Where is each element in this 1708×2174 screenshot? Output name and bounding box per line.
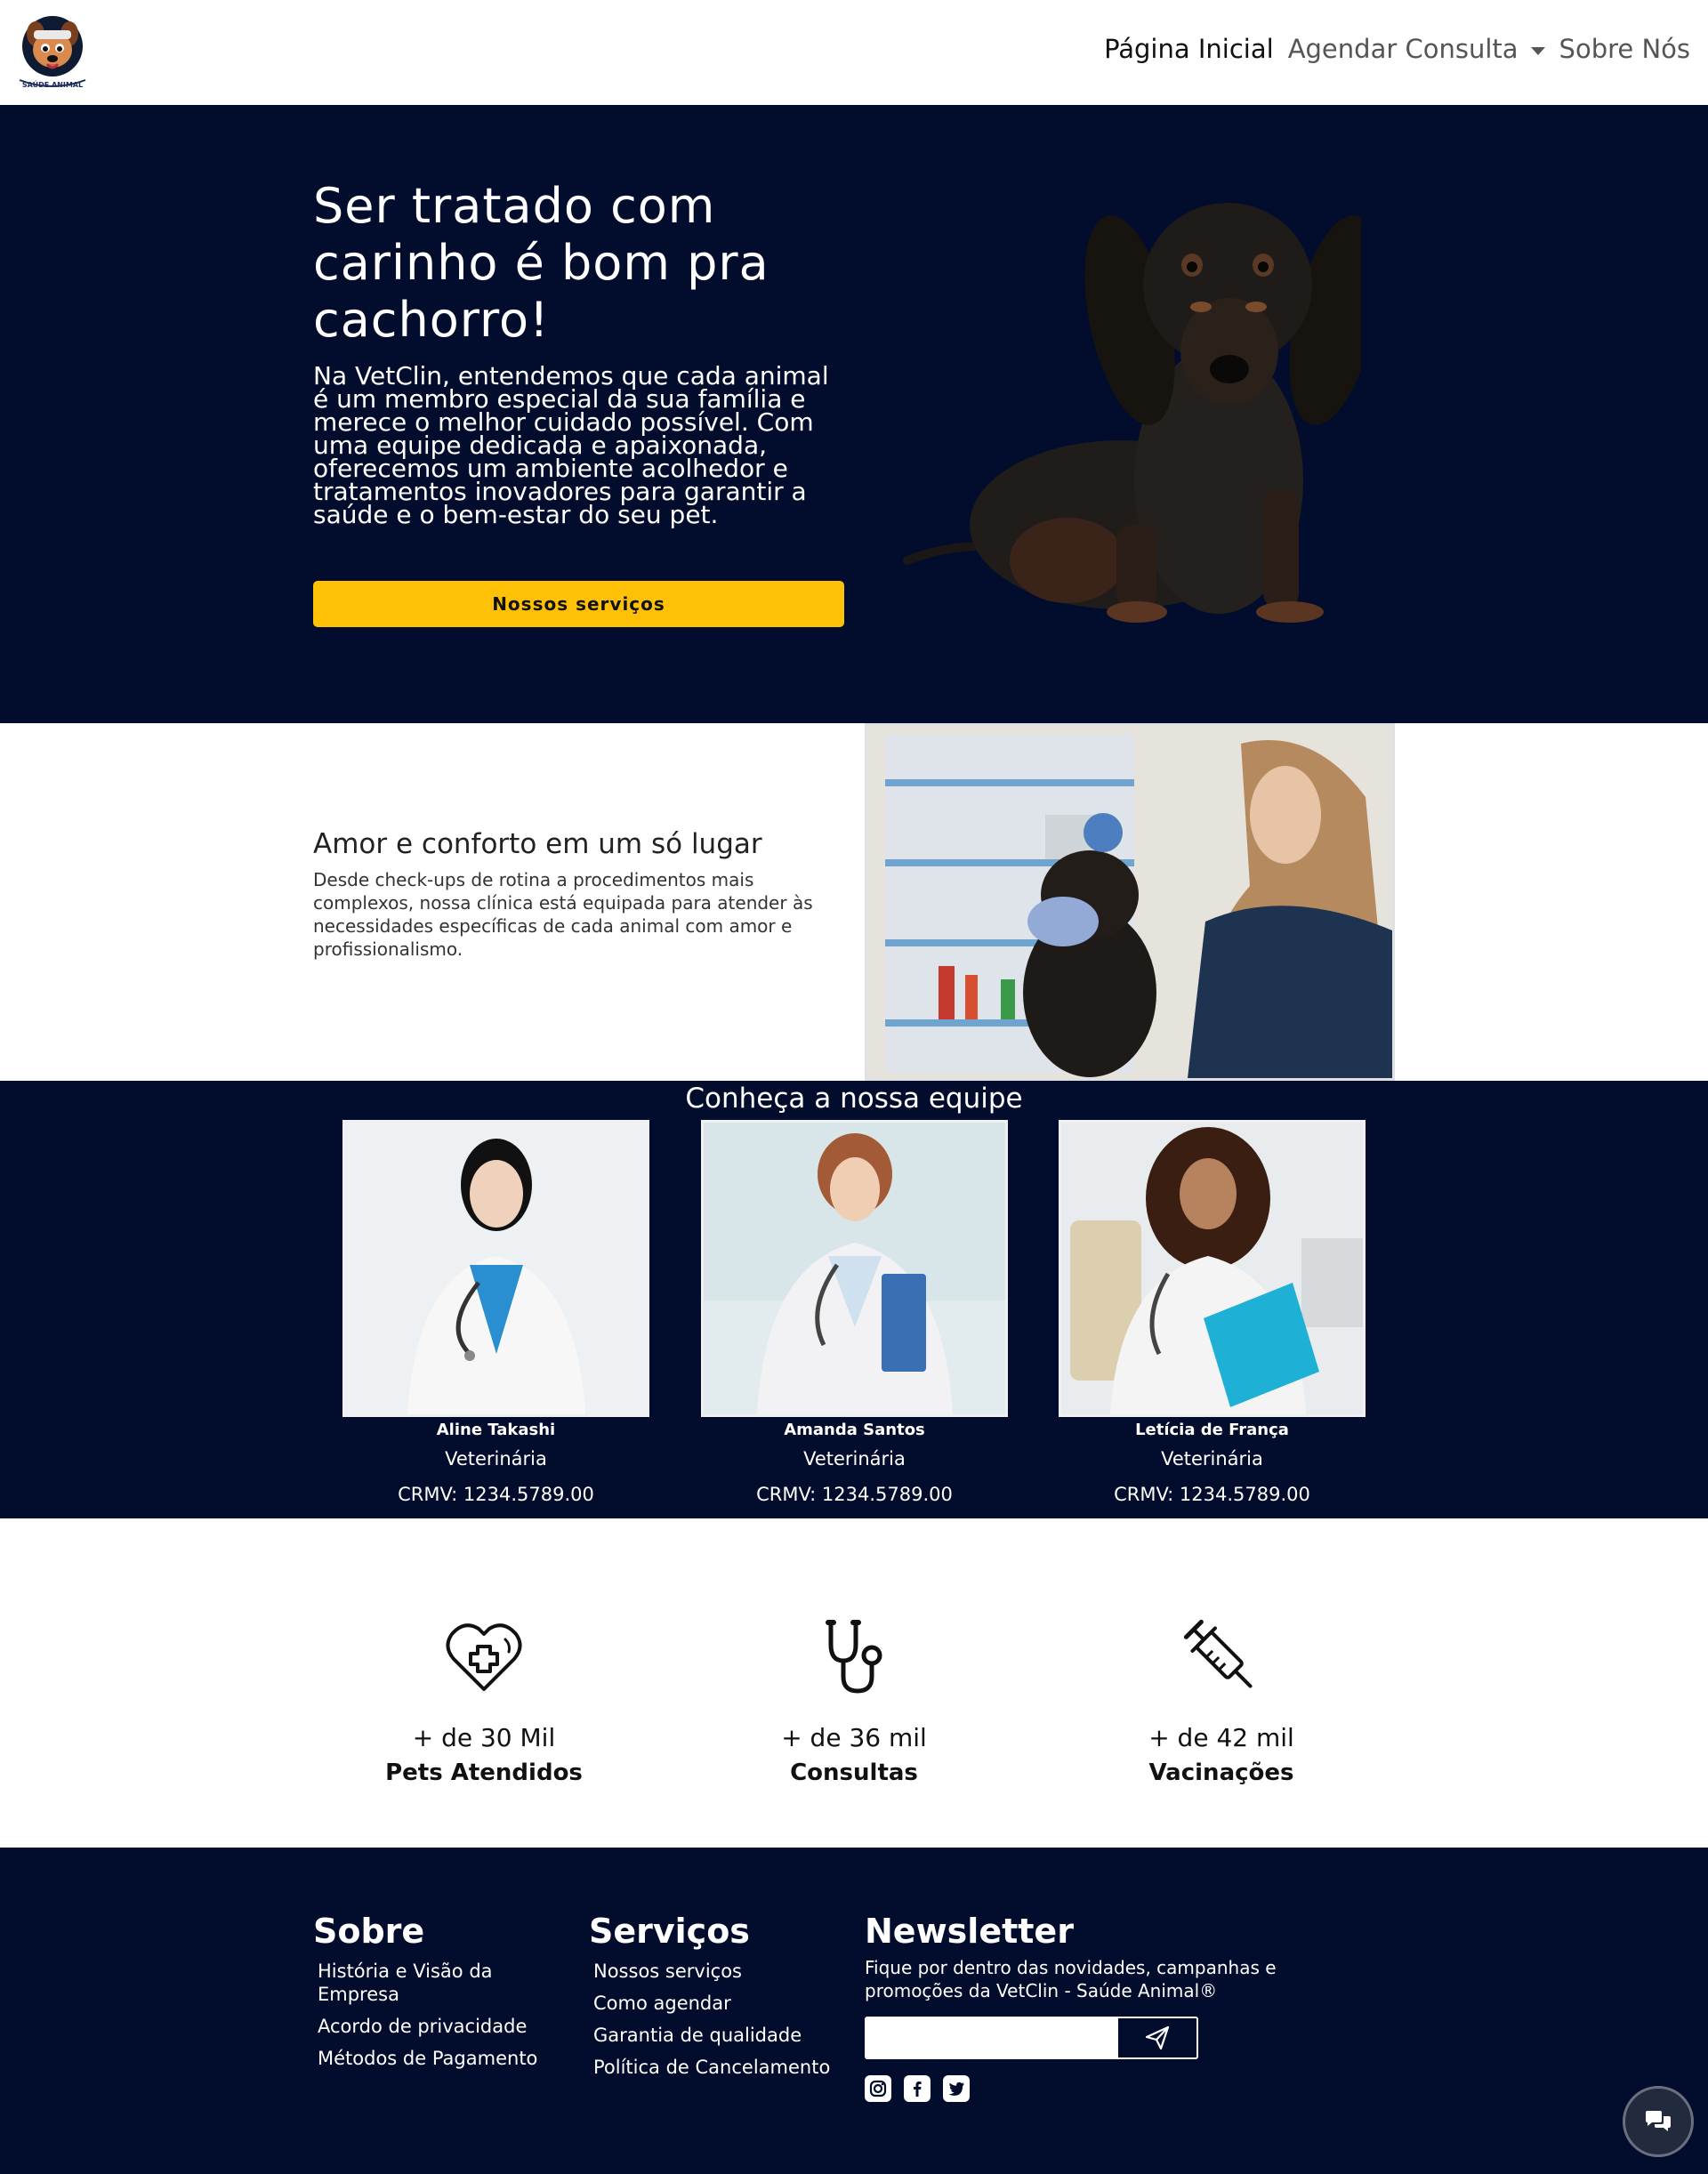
footer-link-cancellation[interactable]: Política de Cancelamento — [589, 2056, 856, 2079]
footer-services-column: Serviços Nossos serviços Como agendar Ga… — [589, 1912, 856, 2088]
team-member-card: Amanda Santos Veterinária CRMV: 1234.578… — [701, 1120, 1008, 1505]
twitter-icon[interactable] — [943, 2075, 970, 2102]
stat-item: + de 36 mil Consultas — [721, 1614, 987, 1786]
member-name: Letícia de França — [1135, 1421, 1289, 1439]
stat-item: + de 30 Mil Pets Atendidos — [350, 1614, 617, 1786]
social-links — [865, 2075, 1363, 2102]
member-role: Veterinária — [803, 1448, 906, 1469]
facebook-icon[interactable] — [904, 2075, 931, 2102]
footer-services-links: Nossos serviços Como agendar Garantia de… — [589, 1960, 856, 2079]
nav-links: Página Inicial Agendar Consulta Sobre Nó… — [1104, 34, 1690, 64]
footer-link-how-to-schedule[interactable]: Como agendar — [589, 1992, 856, 2015]
about-title: Amor e conforto em um só lugar — [313, 828, 762, 860]
nav-about[interactable]: Sobre Nós — [1559, 34, 1690, 64]
stat-number: + de 30 Mil — [412, 1723, 556, 1752]
nav-schedule-dropdown[interactable]: Agendar Consulta — [1288, 34, 1545, 64]
footer-link-privacy[interactable]: Acordo de privacidade — [313, 2015, 562, 2038]
footer-about-links: História e Visão da Empresa Acordo de pr… — [313, 1960, 562, 2070]
chat-icon — [1646, 2111, 1671, 2131]
about-section: Amor e conforto em um só lugar Desde che… — [0, 723, 1708, 1081]
member-role: Veterinária — [445, 1448, 547, 1469]
footer-link-payment[interactable]: Métodos de Pagamento — [313, 2047, 562, 2070]
brand-logo[interactable]: SAÚDE ANIMAL — [12, 11, 93, 91]
team-title: Conheça a nossa equipe — [685, 1083, 1023, 1115]
footer-link-services[interactable]: Nossos serviços — [589, 1960, 856, 1983]
syringe-icon — [1183, 1619, 1253, 1688]
member-photo — [1059, 1120, 1366, 1417]
member-photo — [701, 1120, 1008, 1417]
member-name: Amanda Santos — [784, 1421, 925, 1439]
stat-label: Consultas — [790, 1759, 918, 1786]
newsletter-email-input[interactable] — [866, 2018, 1118, 2057]
footer-link-quality[interactable]: Garantia de qualidade — [589, 2024, 856, 2047]
member-crmv: CRMV: 1234.5789.00 — [756, 1484, 953, 1505]
hero-title: Ser tratado com carinho é bom pra cachor… — [313, 178, 769, 348]
nav-home[interactable]: Página Inicial — [1104, 34, 1274, 64]
stat-label: Vacinações — [1148, 1759, 1294, 1786]
footer-about-column: Sobre História e Visão da Empresa Acordo… — [313, 1912, 562, 2079]
chevron-down-icon — [1530, 46, 1545, 55]
newsletter-title: Newsletter — [865, 1912, 1074, 1951]
member-name: Aline Takashi — [436, 1421, 556, 1439]
member-photo — [342, 1120, 649, 1417]
newsletter-form — [865, 2017, 1198, 2059]
footer-about-title: Sobre — [313, 1912, 425, 1951]
stat-label: Pets Atendidos — [385, 1759, 583, 1786]
member-crmv: CRMV: 1234.5789.00 — [398, 1484, 594, 1505]
services-button[interactable]: Nossos serviços — [313, 581, 844, 627]
stat-number: + de 42 mil — [1148, 1723, 1294, 1752]
footer-newsletter-column: Newsletter Fique por dentro das novidade… — [865, 1912, 1363, 2102]
dachshund-image — [903, 203, 1361, 623]
logo-text: SAÚDE ANIMAL — [22, 79, 83, 89]
stat-item: + de 42 mil Vacinações — [1088, 1614, 1355, 1786]
team-member-card: Aline Takashi Veterinária CRMV: 1234.578… — [342, 1120, 649, 1505]
vet-scene-illustration — [867, 726, 1392, 1078]
footer: Sobre História e Visão da Empresa Acordo… — [0, 1848, 1708, 2174]
vet-with-dog-photo — [865, 723, 1395, 1081]
nav-schedule-label: Agendar Consulta — [1287, 34, 1519, 64]
hero-section: Ser tratado com carinho é bom pra cachor… — [0, 105, 1708, 723]
newsletter-submit-button[interactable] — [1118, 2018, 1196, 2057]
footer-services-title: Serviços — [589, 1912, 750, 1951]
about-text: Desde check-ups de rotina a procedimento… — [313, 869, 813, 960]
newsletter-text: Fique por dentro das novidades, campanha… — [865, 1957, 1277, 2001]
instagram-icon[interactable] — [865, 2075, 891, 2102]
stat-number: + de 36 mil — [781, 1723, 927, 1752]
navbar: SAÚDE ANIMAL Página Inicial Agendar Cons… — [0, 0, 1708, 105]
hero-text: Na VetClin, entendemos que cada animal é… — [313, 361, 829, 529]
member-role: Veterinária — [1161, 1448, 1263, 1469]
stethoscope-icon — [826, 1620, 882, 1694]
footer-link-history[interactable]: História e Visão da Empresa — [313, 1960, 562, 2006]
chat-button[interactable] — [1623, 2086, 1694, 2157]
member-crmv: CRMV: 1234.5789.00 — [1114, 1484, 1310, 1505]
stats-section: + de 30 Mil Pets Atendidos + de 36 mil C… — [0, 1518, 1708, 1848]
team-member-card: Letícia de França Veterinária CRMV: 1234… — [1059, 1120, 1366, 1505]
heart-cross-icon — [446, 1623, 522, 1691]
team-section: Conheça a nossa equipe Aline Takashi Vet… — [0, 1081, 1708, 1518]
send-icon — [1145, 2025, 1170, 2050]
